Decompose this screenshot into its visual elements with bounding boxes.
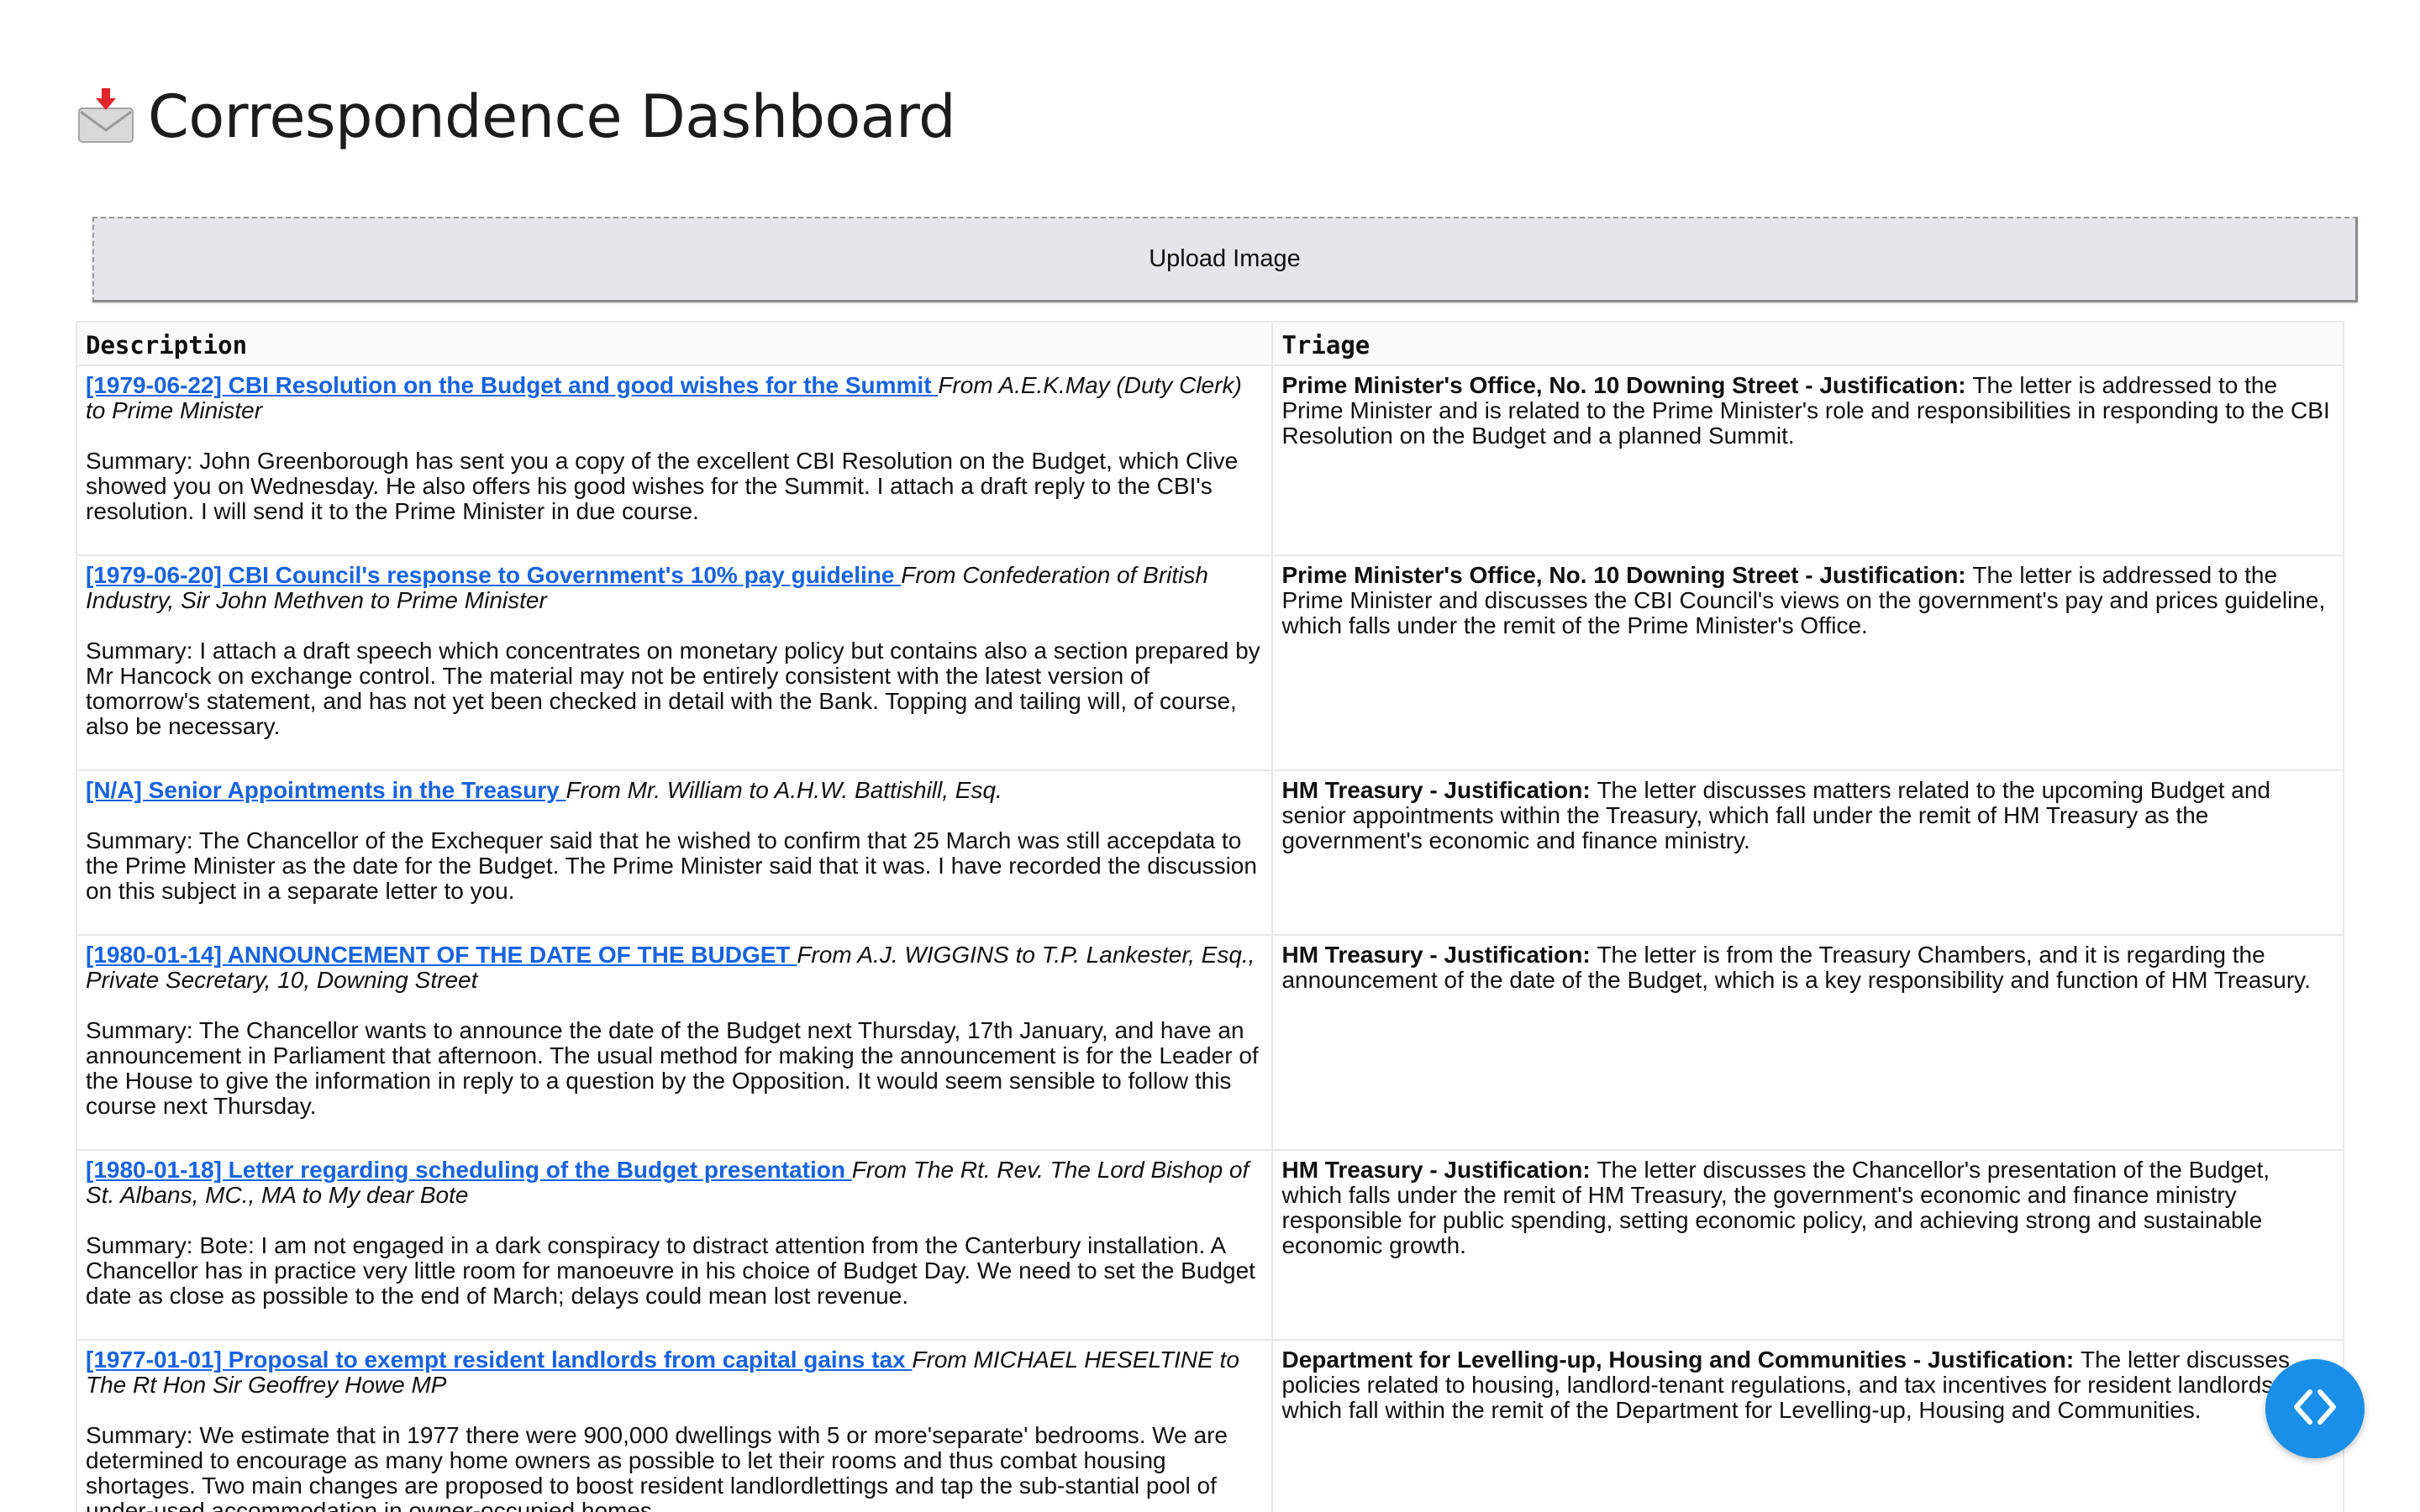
description-cell: [1977-01-01] Proposal to exempt resident…	[76, 1339, 1274, 1512]
triage-cell: Prime Minister's Office, No. 10 Downing …	[1271, 365, 2344, 556]
page-title: Correspondence Dashboard	[148, 82, 956, 151]
entry-summary: Summary: John Greenborough has sent you …	[86, 448, 1239, 524]
table-row: [1979-06-20] CBI Council's response to G…	[76, 554, 2344, 771]
triage-cell: HM Treasury - Justification: The letter …	[1271, 934, 2344, 1151]
entry-summary: Summary: Bote: I am not engaged in a dar…	[86, 1232, 1255, 1309]
code-toggle-button[interactable]	[2265, 1359, 2365, 1458]
table-header-row: Description Triage	[76, 321, 2344, 366]
code-brackets-icon	[2288, 1380, 2342, 1438]
entry-title-link[interactable]: [1979-06-20] CBI Council's response to G…	[86, 562, 901, 588]
correspondence-table: Description Triage [1979-06-22] CBI Reso…	[76, 321, 2344, 1512]
description-cell: [1980-01-18] Letter regarding scheduling…	[76, 1149, 1274, 1341]
table-row: [1980-01-14] ANNOUNCEMENT OF THE DATE OF…	[76, 934, 2344, 1151]
triage-cell: Department for Levelling-up, Housing and…	[1271, 1339, 2344, 1512]
column-header-description: Description	[76, 321, 1274, 366]
description-cell: [1980-01-14] ANNOUNCEMENT OF THE DATE OF…	[76, 934, 1274, 1151]
upload-image-button[interactable]: Upload Image	[92, 217, 2358, 302]
triage-department: Department for Levelling-up, Housing and…	[1281, 1347, 2081, 1373]
description-cell: [1979-06-22] CBI Resolution on the Budge…	[76, 365, 1274, 556]
description-cell: [1979-06-20] CBI Council's response to G…	[76, 554, 1274, 771]
entry-title-link[interactable]: [1980-01-18] Letter regarding scheduling…	[86, 1157, 852, 1183]
correspondence-table-container[interactable]: Description Triage [1979-06-22] CBI Reso…	[76, 321, 2344, 1512]
entry-title-link[interactable]: [1977-01-01] Proposal to exempt resident…	[86, 1347, 912, 1373]
triage-cell: Prime Minister's Office, No. 10 Downing …	[1271, 554, 2344, 771]
entry-summary: Summary: The Chancellor of the Exchequer…	[86, 827, 1257, 904]
inbox-tray-envelope-icon	[76, 87, 136, 147]
description-cell: [N/A] Senior Appointments in the Treasur…	[76, 769, 1274, 936]
triage-department: HM Treasury - Justification:	[1281, 1157, 1597, 1183]
triage-cell: HM Treasury - Justification: The letter …	[1271, 1149, 2344, 1341]
table-row: [1977-01-01] Proposal to exempt resident…	[76, 1339, 2344, 1512]
entry-title-link[interactable]: [1979-06-22] CBI Resolution on the Budge…	[86, 372, 938, 398]
triage-department: Prime Minister's Office, No. 10 Downing …	[1281, 372, 1973, 398]
table-row: [N/A] Senior Appointments in the Treasur…	[76, 769, 2344, 936]
entry-summary: Summary: The Chancellor wants to announc…	[86, 1017, 1259, 1119]
triage-department: HM Treasury - Justification:	[1281, 942, 1597, 968]
entry-title-link[interactable]: [N/A] Senior Appointments in the Treasur…	[86, 777, 566, 803]
table-row: [1980-01-18] Letter regarding scheduling…	[76, 1149, 2344, 1341]
triage-department: Prime Minister's Office, No. 10 Downing …	[1281, 562, 1973, 588]
entry-from: From Mr. William to A.H.W. Battishill, E…	[566, 777, 1002, 803]
entry-title-link[interactable]: [1980-01-14] ANNOUNCEMENT OF THE DATE OF…	[86, 942, 797, 968]
entry-summary: Summary: We estimate that in 1977 there …	[86, 1422, 1228, 1512]
column-header-triage: Triage	[1271, 321, 2344, 366]
entry-summary: Summary: I attach a draft speech which c…	[86, 638, 1260, 739]
table-row: [1979-06-22] CBI Resolution on the Budge…	[76, 365, 2344, 556]
triage-department: HM Treasury - Justification:	[1281, 777, 1597, 803]
page-header: Correspondence Dashboard	[76, 79, 956, 155]
triage-cell: HM Treasury - Justification: The letter …	[1271, 769, 2344, 936]
